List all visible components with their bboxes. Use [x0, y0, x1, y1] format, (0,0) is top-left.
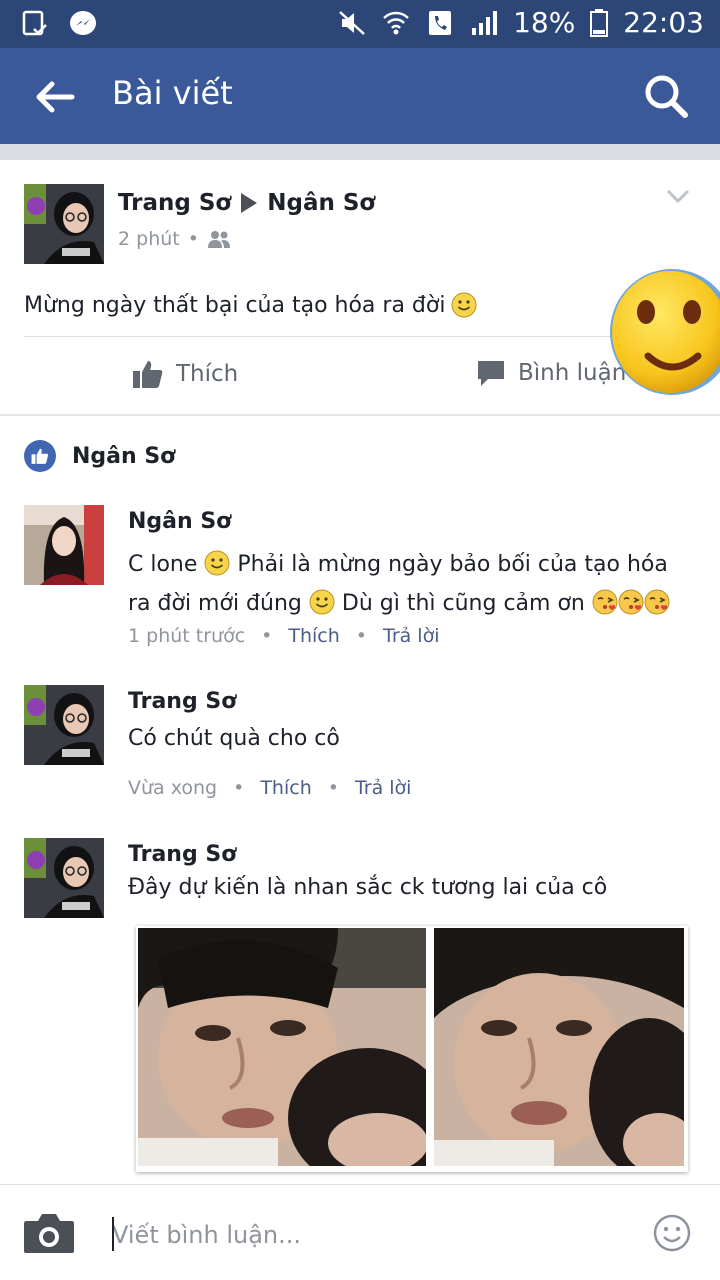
comment-like-link[interactable]: Thích — [260, 777, 311, 799]
comment-text-part: C lone — [128, 552, 198, 577]
post-authors: Trang Sơ Ngân Sơ — [118, 190, 375, 216]
app-bar: Bài viết — [0, 48, 720, 144]
comment-time: Vừa xong — [128, 777, 218, 799]
comment-bubble-icon — [478, 361, 504, 386]
avatar[interactable] — [24, 505, 104, 585]
like-reaction-icon — [24, 440, 56, 472]
meta-separator: • — [327, 777, 339, 799]
comment-text: Đây dự kiến là nhan sắc ck tương lai của… — [128, 875, 608, 900]
meta-separator: • — [261, 625, 273, 647]
smile-emoji-icon — [451, 292, 477, 318]
comment-text: C lone Phải là mừng ngày bảo bối của tạo… — [128, 545, 688, 623]
divider — [24, 336, 696, 337]
page-title: Bài viết — [112, 74, 233, 112]
comment-meta: Vừa xong • Thích • Trả lời — [128, 777, 411, 799]
comment-reply-link[interactable]: Trả lời — [355, 777, 412, 799]
comment-time: 1 phút trước — [128, 625, 246, 647]
post-recipient[interactable]: Ngân Sơ — [267, 190, 375, 216]
chevron-down-icon[interactable] — [666, 186, 690, 206]
call-icon — [429, 10, 452, 35]
photo-panel-right — [434, 928, 684, 1166]
photo-panel-left — [138, 928, 426, 1166]
friends-icon — [207, 231, 230, 248]
camera-icon[interactable] — [22, 1211, 76, 1255]
post-message: Mừng ngày thất bại của tạo hóa ra đời — [24, 292, 446, 318]
text-cursor — [112, 1217, 114, 1251]
comment-text: Có chút quà cho cô — [128, 726, 340, 751]
comment-button[interactable]: Bình luận — [476, 358, 626, 388]
comment-like-link[interactable]: Thích — [288, 625, 339, 647]
comment-text-part: Phải là mừng ngày bảo bối của tạo hóa — [237, 552, 668, 577]
like-button[interactable]: Thích — [132, 358, 238, 390]
back-arrow-icon[interactable] — [32, 74, 78, 120]
comment-meta: 1 phút trước • Thích • Trả lời — [128, 625, 440, 647]
post-author[interactable]: Trang Sơ — [118, 190, 231, 216]
thumbs-up-icon — [133, 361, 163, 388]
comment-text-part: ra đời mới đúng — [128, 591, 302, 616]
emoji-picker-icon[interactable] — [652, 1213, 692, 1253]
comment-text-part: Dù gì thì cũng cảm ơn — [341, 591, 585, 616]
comment-input[interactable] — [112, 1215, 612, 1255]
comment: Trang Sơ Đây dự kiến là nhan sắc ck tươn… — [0, 838, 720, 928]
smiley-sticker-icon — [610, 269, 720, 395]
clock: 22:03 — [623, 6, 704, 39]
smile-emoji-icon — [204, 550, 230, 576]
messenger-icon — [70, 11, 96, 35]
battery-icon — [590, 8, 609, 37]
kiss-emoji-icon — [618, 589, 644, 615]
kiss-emoji-icon — [644, 589, 670, 615]
wifi-icon — [383, 11, 409, 34]
avatar[interactable] — [24, 184, 104, 264]
meta-separator: • — [233, 777, 245, 799]
post-text: Mừng ngày thất bại của tạo hóa ra đời — [24, 292, 477, 318]
smile-emoji-icon — [309, 589, 335, 615]
kiss-emoji-icon — [592, 589, 618, 615]
separator-bar — [0, 144, 720, 160]
signal-icon — [472, 10, 498, 35]
post-meta: 2 phút • — [118, 228, 231, 250]
avatar[interactable] — [24, 685, 104, 765]
likes-summary[interactable]: Ngân Sơ — [24, 440, 175, 472]
post-time[interactable]: 2 phút — [118, 228, 180, 250]
comment-author[interactable]: Ngân Sơ — [128, 509, 231, 534]
comment-photo[interactable] — [136, 926, 688, 1172]
comment: Ngân Sơ C lone Phải là mừng ngày bảo bối… — [0, 505, 720, 655]
comment-author[interactable]: Trang Sơ — [128, 842, 236, 867]
screenshot-icon — [22, 10, 47, 36]
battery-text: 18% — [513, 6, 576, 39]
comment-author[interactable]: Trang Sơ — [128, 689, 236, 714]
status-bar: 18% 22:03 — [0, 0, 720, 48]
play-arrow-icon — [241, 193, 258, 213]
search-icon[interactable] — [642, 72, 690, 120]
like-label: Thích — [176, 361, 239, 387]
mute-icon — [339, 10, 365, 35]
comment: Trang Sơ Có chút quà cho cô Vừa xong • T… — [0, 685, 720, 805]
likes-names: Ngân Sơ — [72, 443, 176, 469]
comment-composer — [0, 1184, 720, 1280]
comment-reply-link[interactable]: Trả lời — [383, 625, 440, 647]
meta-separator: • — [187, 228, 199, 250]
meta-separator: • — [355, 625, 367, 647]
avatar[interactable] — [24, 838, 104, 918]
